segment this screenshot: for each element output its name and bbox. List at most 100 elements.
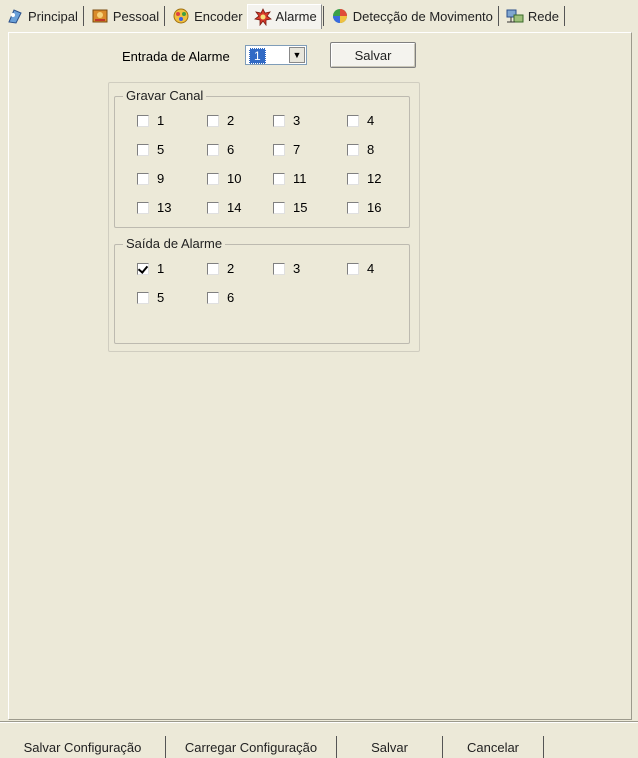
- checkbox-box[interactable]: [273, 172, 285, 185]
- checkbox-label: 8: [367, 142, 375, 157]
- tab-alarme[interactable]: Alarme: [246, 3, 322, 29]
- checkbox-box[interactable]: [137, 291, 149, 304]
- checkbox-label: 1: [157, 261, 165, 276]
- checkbox-box[interactable]: [137, 143, 149, 156]
- tab-separator: [497, 6, 499, 26]
- channel-checkbox[interactable]: 8: [347, 142, 374, 157]
- rede-icon: [506, 7, 524, 25]
- channel-checkbox[interactable]: 7: [273, 142, 300, 157]
- channel-checkbox[interactable]: 2: [207, 113, 234, 128]
- pessoal-icon: [91, 7, 109, 25]
- channel-checkbox[interactable]: 4: [347, 113, 374, 128]
- tab-separator: [82, 6, 84, 26]
- checkbox-box[interactable]: [347, 172, 359, 185]
- channel-checkbox[interactable]: 9: [137, 171, 164, 186]
- channel-checkbox[interactable]: 6: [207, 142, 234, 157]
- tab-encoder[interactable]: Encoder: [166, 5, 246, 27]
- checkbox-label: 13: [157, 200, 172, 215]
- save-button[interactable]: Salvar: [330, 42, 416, 68]
- output-checkbox[interactable]: 4: [347, 261, 374, 276]
- tab-label: Principal: [28, 8, 78, 24]
- tab-label: Pessoal: [112, 8, 160, 24]
- alarm-output-title: Saída de Alarme: [123, 236, 226, 251]
- checkbox-box[interactable]: [347, 262, 359, 275]
- checkbox-label: 15: [293, 200, 308, 215]
- checkbox-box[interactable]: [137, 172, 149, 185]
- tab-separator: [164, 6, 166, 26]
- checkbox-box[interactable]: [207, 291, 219, 304]
- checkbox-box[interactable]: [347, 201, 359, 214]
- checkbox-box[interactable]: [273, 143, 285, 156]
- checkbox-label: 2: [227, 261, 235, 276]
- checkbox-box[interactable]: [207, 262, 219, 275]
- output-checkbox[interactable]: 1: [137, 261, 164, 276]
- output-checkbox[interactable]: 5: [137, 290, 164, 305]
- checkbox-label: 6: [227, 142, 235, 157]
- checkbox-box[interactable]: [137, 114, 149, 127]
- save-footer-button[interactable]: Salvar: [337, 736, 443, 758]
- principal-icon: [6, 7, 24, 25]
- checkbox-box[interactable]: [207, 114, 219, 127]
- checkbox-label: 3: [293, 113, 301, 128]
- checkbox-box[interactable]: [207, 143, 219, 156]
- record-channel-title: Gravar Canal: [123, 88, 207, 103]
- checkbox-label: 16: [367, 200, 382, 215]
- checkbox-box[interactable]: [347, 143, 359, 156]
- cancel-button[interactable]: Cancelar: [443, 736, 544, 758]
- output-checkbox[interactable]: 6: [207, 290, 234, 305]
- checkbox-box[interactable]: [273, 201, 285, 214]
- checkbox-label: 4: [367, 261, 375, 276]
- output-checkbox[interactable]: 2: [207, 261, 234, 276]
- channel-checkbox[interactable]: 13: [137, 200, 171, 215]
- checkbox-label: 9: [157, 171, 165, 186]
- output-checkbox[interactable]: 3: [273, 261, 300, 276]
- checkbox-label: 3: [293, 261, 301, 276]
- tab-label: Alarme: [275, 9, 317, 24]
- checkbox-label: 1: [157, 113, 165, 128]
- tab-label: Rede: [527, 8, 559, 24]
- checkbox-label: 12: [367, 171, 382, 186]
- tab-deteccao-movimento[interactable]: Detecção de Movimento: [325, 5, 497, 27]
- channel-checkbox[interactable]: 15: [273, 200, 307, 215]
- channel-checkbox[interactable]: 12: [347, 171, 381, 186]
- checkbox-box[interactable]: [207, 201, 219, 214]
- checkbox-box[interactable]: [137, 262, 149, 275]
- load-config-button[interactable]: Carregar Configuração: [166, 736, 337, 758]
- tab-principal[interactable]: Principal: [0, 5, 82, 27]
- encoder-icon: [172, 7, 190, 25]
- footer-divider: [0, 721, 638, 723]
- chevron-down-icon[interactable]: ▼: [289, 47, 305, 63]
- checkbox-label: 10: [227, 171, 242, 186]
- tab-separator: [322, 6, 324, 26]
- checkbox-box[interactable]: [273, 262, 285, 275]
- save-config-button[interactable]: Salvar Configuração: [0, 736, 166, 758]
- channel-checkbox[interactable]: 14: [207, 200, 241, 215]
- deteccao-icon: [331, 7, 349, 25]
- checkbox-label: 6: [227, 290, 235, 305]
- alarm-input-select[interactable]: 1 ▼: [245, 45, 307, 65]
- channel-checkbox[interactable]: 10: [207, 171, 241, 186]
- record-channel-group: Gravar Canal 1 2 3 4 5 6 7 8 9 10 11 12 13 14 15 16: [114, 88, 410, 228]
- checkbox-box[interactable]: [137, 201, 149, 214]
- checkbox-label: 4: [367, 113, 375, 128]
- alarm-output-group: Saída de Alarme 1 2 3 4 5 6: [114, 236, 410, 344]
- tab-pessoal[interactable]: Pessoal: [85, 5, 163, 27]
- alarme-icon: [253, 7, 272, 26]
- channel-checkbox[interactable]: 1: [137, 113, 164, 128]
- tab-separator: [563, 6, 565, 26]
- tab-bar: Principal Pessoal Encoder Alarme Detecçã…: [0, 0, 638, 32]
- alarm-input-value: 1: [249, 48, 266, 64]
- channel-checkbox[interactable]: 3: [273, 113, 300, 128]
- channel-checkbox[interactable]: 5: [137, 142, 164, 157]
- alarm-input-label: Entrada de Alarme: [122, 49, 230, 64]
- tab-rede[interactable]: Rede: [500, 5, 563, 27]
- checkbox-label: 11: [293, 171, 307, 186]
- channel-checkbox[interactable]: 11: [273, 171, 307, 186]
- checkbox-label: 5: [157, 142, 165, 157]
- checkbox-box[interactable]: [273, 114, 285, 127]
- checkbox-label: 2: [227, 113, 235, 128]
- checkbox-label: 5: [157, 290, 165, 305]
- channel-checkbox[interactable]: 16: [347, 200, 381, 215]
- checkbox-box[interactable]: [207, 172, 219, 185]
- checkbox-box[interactable]: [347, 114, 359, 127]
